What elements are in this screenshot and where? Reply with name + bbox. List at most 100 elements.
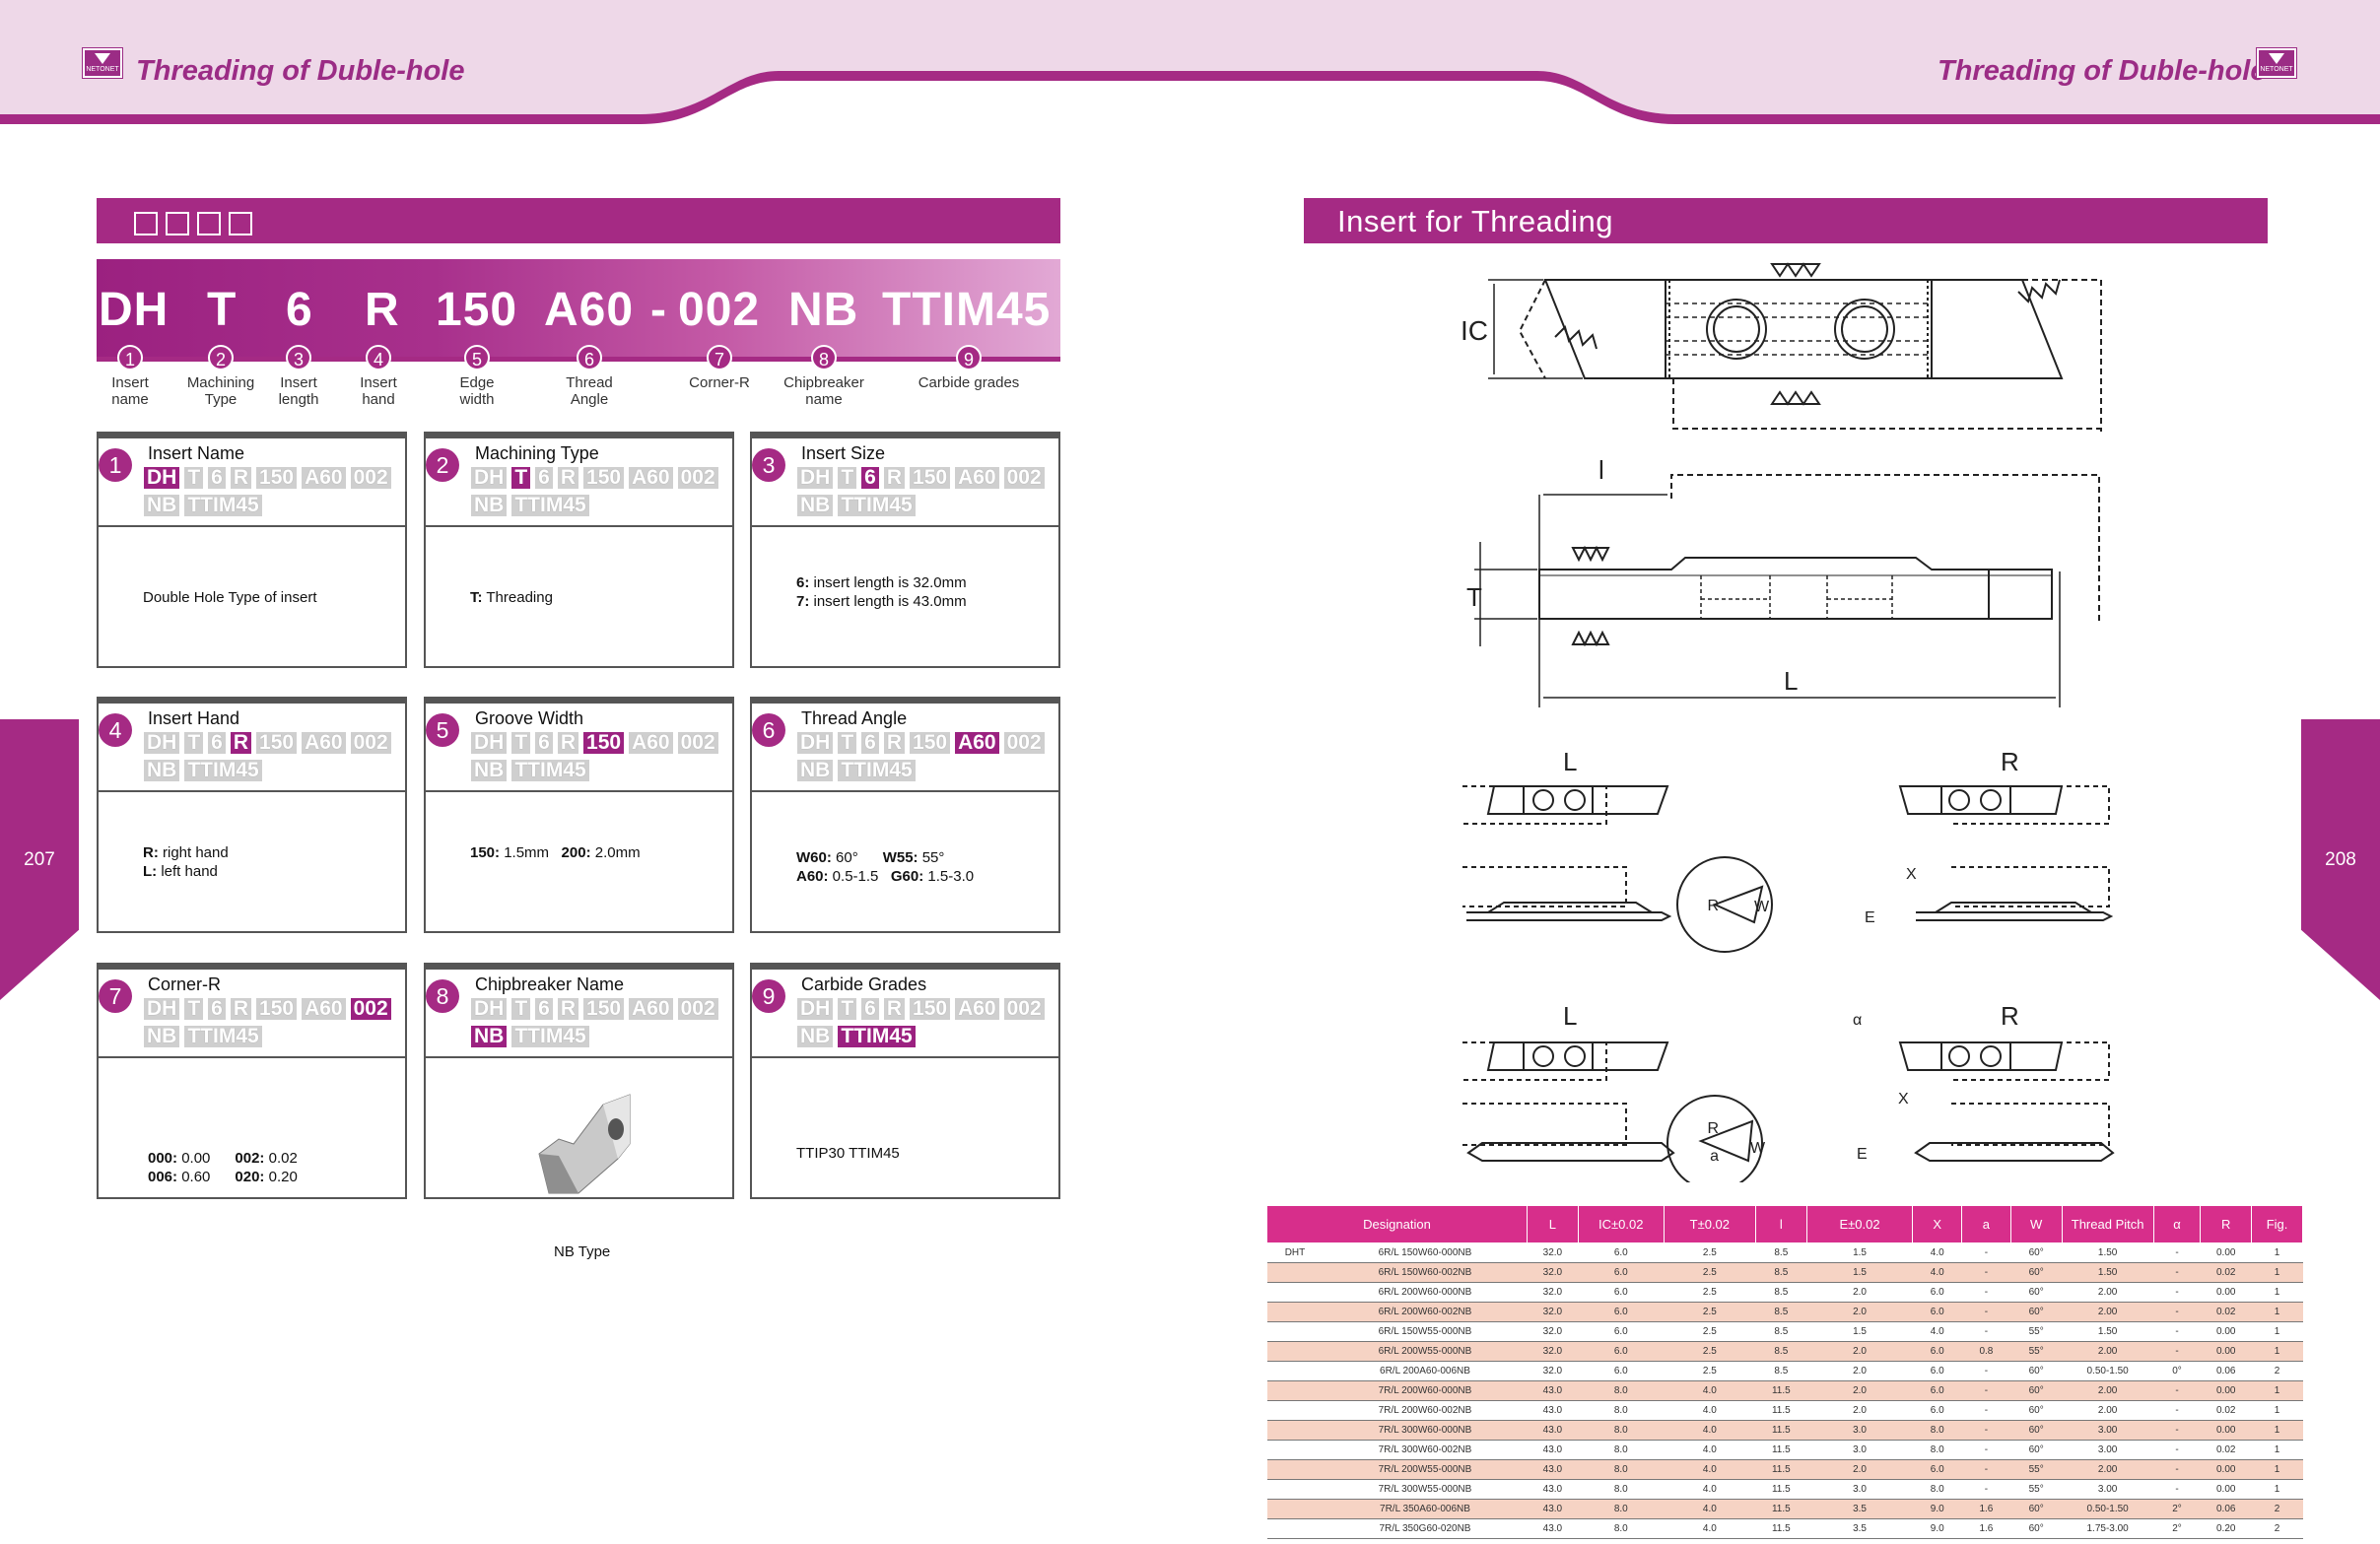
card-desc-line: TTIP30 TTIM45: [796, 1145, 900, 1162]
card-number: 2: [426, 448, 459, 482]
spec-cell: 0.50-1.50: [2062, 1361, 2154, 1381]
spec-cell: 3.5: [1806, 1518, 1913, 1539]
spec-cell: 1: [2251, 1321, 2303, 1342]
spec-cell: [1266, 1420, 1324, 1441]
spec-cell: 1: [2251, 1242, 2303, 1263]
code-chip: NB: [471, 760, 508, 781]
spec-cell: 1: [2251, 1262, 2303, 1283]
ic-label: IC: [1461, 315, 1488, 346]
w-label: W: [1754, 899, 1770, 915]
spec-cell: 1.5: [1806, 1262, 1913, 1283]
code-chip: DH: [144, 467, 180, 489]
code-chip: A60: [955, 732, 999, 754]
code-chip: TTIM45: [511, 760, 589, 781]
code-chip: DH: [144, 998, 180, 1020]
spec-cell: 6R/L 150W55-000NB: [1323, 1321, 1528, 1342]
code-card: 6 Thread Angle DH T 6 R 150 A60 002NB TTIM45 W60: …: [750, 697, 1060, 933]
card-title: Thread Angle: [801, 708, 908, 728]
card-header: 7 Corner-R DH T 6 R 150 A60 002 NB TTIM45: [99, 965, 405, 1058]
code-chip: 002: [1003, 732, 1045, 754]
spec-cell: 8.0: [1578, 1420, 1665, 1441]
spec-row: 7R/L 200W60-000NB 43.0 8.0 4.0 11.5 2.0 6.0-60…: [1266, 1380, 2303, 1401]
x-label-2: X: [1898, 1091, 1909, 1108]
code-item-label: Thread Angle: [566, 374, 613, 408]
spec-cell: 3.5: [1806, 1499, 1913, 1519]
spec-cell: 60°: [2010, 1499, 2063, 1519]
code-item-number: 7: [707, 345, 732, 370]
spec-cell: 1: [2251, 1459, 2303, 1480]
spec-cell: 9.0: [1912, 1499, 1962, 1519]
spec-cell: 0.00: [2200, 1420, 2252, 1441]
card-desc-line: A60: 0.5-1.5 G60: 1.5-3.0: [796, 868, 975, 885]
card-title: Carbide Grades: [801, 974, 927, 994]
spec-cell: 1.5: [1806, 1321, 1913, 1342]
spec-cell: 11.5: [1755, 1518, 1807, 1539]
card-title: Insert Hand: [148, 708, 240, 728]
spec-cell: -: [2153, 1282, 2201, 1303]
card-body: 000: 0.00 002: 0.02 006: 0.60 020: 0.20: [99, 1060, 405, 1198]
code-chip: T: [184, 467, 204, 489]
spec-cell: 0.00: [2200, 1321, 2252, 1342]
spec-cell: 1.6: [1961, 1518, 2011, 1539]
code-chip: NB: [144, 1026, 180, 1047]
code-chip: NB: [797, 760, 834, 781]
spec-cell: [1266, 1479, 1324, 1500]
code-chip: TTIM45: [184, 760, 262, 781]
spec-cell: 0.06: [2200, 1361, 2252, 1381]
spec-cell: -: [2153, 1380, 2201, 1401]
spec-header-cell: α: [2152, 1205, 2202, 1243]
w-label-2: W: [1750, 1140, 1766, 1157]
spec-cell: 1: [2251, 1302, 2303, 1322]
spec-header-cell: T±0.02: [1663, 1205, 1756, 1243]
code-chip: 002: [677, 467, 718, 489]
spec-row: 6R/L 150W60-002NB 32.0 6.0 2.5 8.5 1.5 4.0-60°…: [1266, 1262, 2303, 1283]
spec-cell: 11.5: [1755, 1400, 1807, 1421]
spec-cell: 7R/L 300W60-000NB: [1323, 1420, 1528, 1441]
code-chips: DH T 6 R 150 A60 002 NB TTIM45: [797, 731, 1054, 786]
spec-cell: -: [1961, 1479, 2011, 1500]
spec-cell: 6.0: [1578, 1242, 1665, 1263]
spec-cell: 4.0: [1912, 1262, 1962, 1283]
spec-cell: -: [2153, 1420, 2201, 1441]
spec-cell: 7R/L 200W55-000NB: [1323, 1459, 1528, 1480]
spec-cell: 0.06: [2200, 1499, 2252, 1519]
spec-cell: 3.0: [1806, 1420, 1913, 1441]
spec-row: 6R/L 200A60-006NB 32.0 6.0 2.5 8.5 2.0 6.0-60°…: [1266, 1361, 2303, 1381]
spec-cell: 0.02: [2200, 1440, 2252, 1460]
card-desc-line: W60: 60° W55: 55°: [796, 849, 945, 866]
code-chip: T: [184, 998, 204, 1020]
brand-logo-left: NETONET: [82, 47, 123, 79]
spec-cell: -: [1961, 1282, 2011, 1303]
card-desc-line: Double Hole Type of insert: [143, 589, 317, 606]
right-section-bar: Insert for Threading: [1304, 198, 2268, 243]
card-desc-line: 006: 0.60 020: 0.20: [148, 1169, 298, 1185]
spec-cell: [1266, 1518, 1324, 1539]
spec-cell: [1266, 1400, 1324, 1421]
spec-header-cell: Thread Pitch: [2061, 1205, 2154, 1243]
left-section-bar: [97, 198, 1060, 243]
spec-cell: 8.0: [1912, 1479, 1962, 1500]
spec-cell: 1: [2251, 1400, 2303, 1421]
spec-cell: 1: [2251, 1479, 2303, 1500]
spec-row: 6R/L 200W60-000NB 32.0 6.0 2.5 8.5 2.0 6.0-60°…: [1266, 1282, 2303, 1303]
spec-cell: 1: [2251, 1282, 2303, 1303]
code-chip: 6: [208, 998, 226, 1020]
card-body: Double Hole Type of insert: [99, 529, 405, 667]
box-glyph: [166, 211, 189, 235]
spec-cell: 2.5: [1664, 1242, 1756, 1263]
page-number-left: 207: [0, 719, 79, 1000]
code-chip: TTIM45: [838, 1026, 916, 1047]
spec-cell: -: [1961, 1321, 2011, 1342]
spec-cell: DHT: [1266, 1242, 1324, 1263]
code-item-number: 2: [208, 345, 234, 370]
code-part: TTIM45: [882, 284, 1052, 336]
spec-cell: [1266, 1440, 1324, 1460]
spec-cell: 11.5: [1755, 1499, 1807, 1519]
spec-cell: [1266, 1499, 1324, 1519]
spec-cell: -: [2153, 1242, 2201, 1263]
card-body: R: right hand L: left hand: [99, 794, 405, 932]
code-chip: 002: [677, 732, 718, 754]
code-part: -: [650, 284, 667, 336]
spec-cell: 6R/L 200W60-002NB: [1323, 1302, 1528, 1322]
spec-cell: 32.0: [1527, 1242, 1579, 1263]
